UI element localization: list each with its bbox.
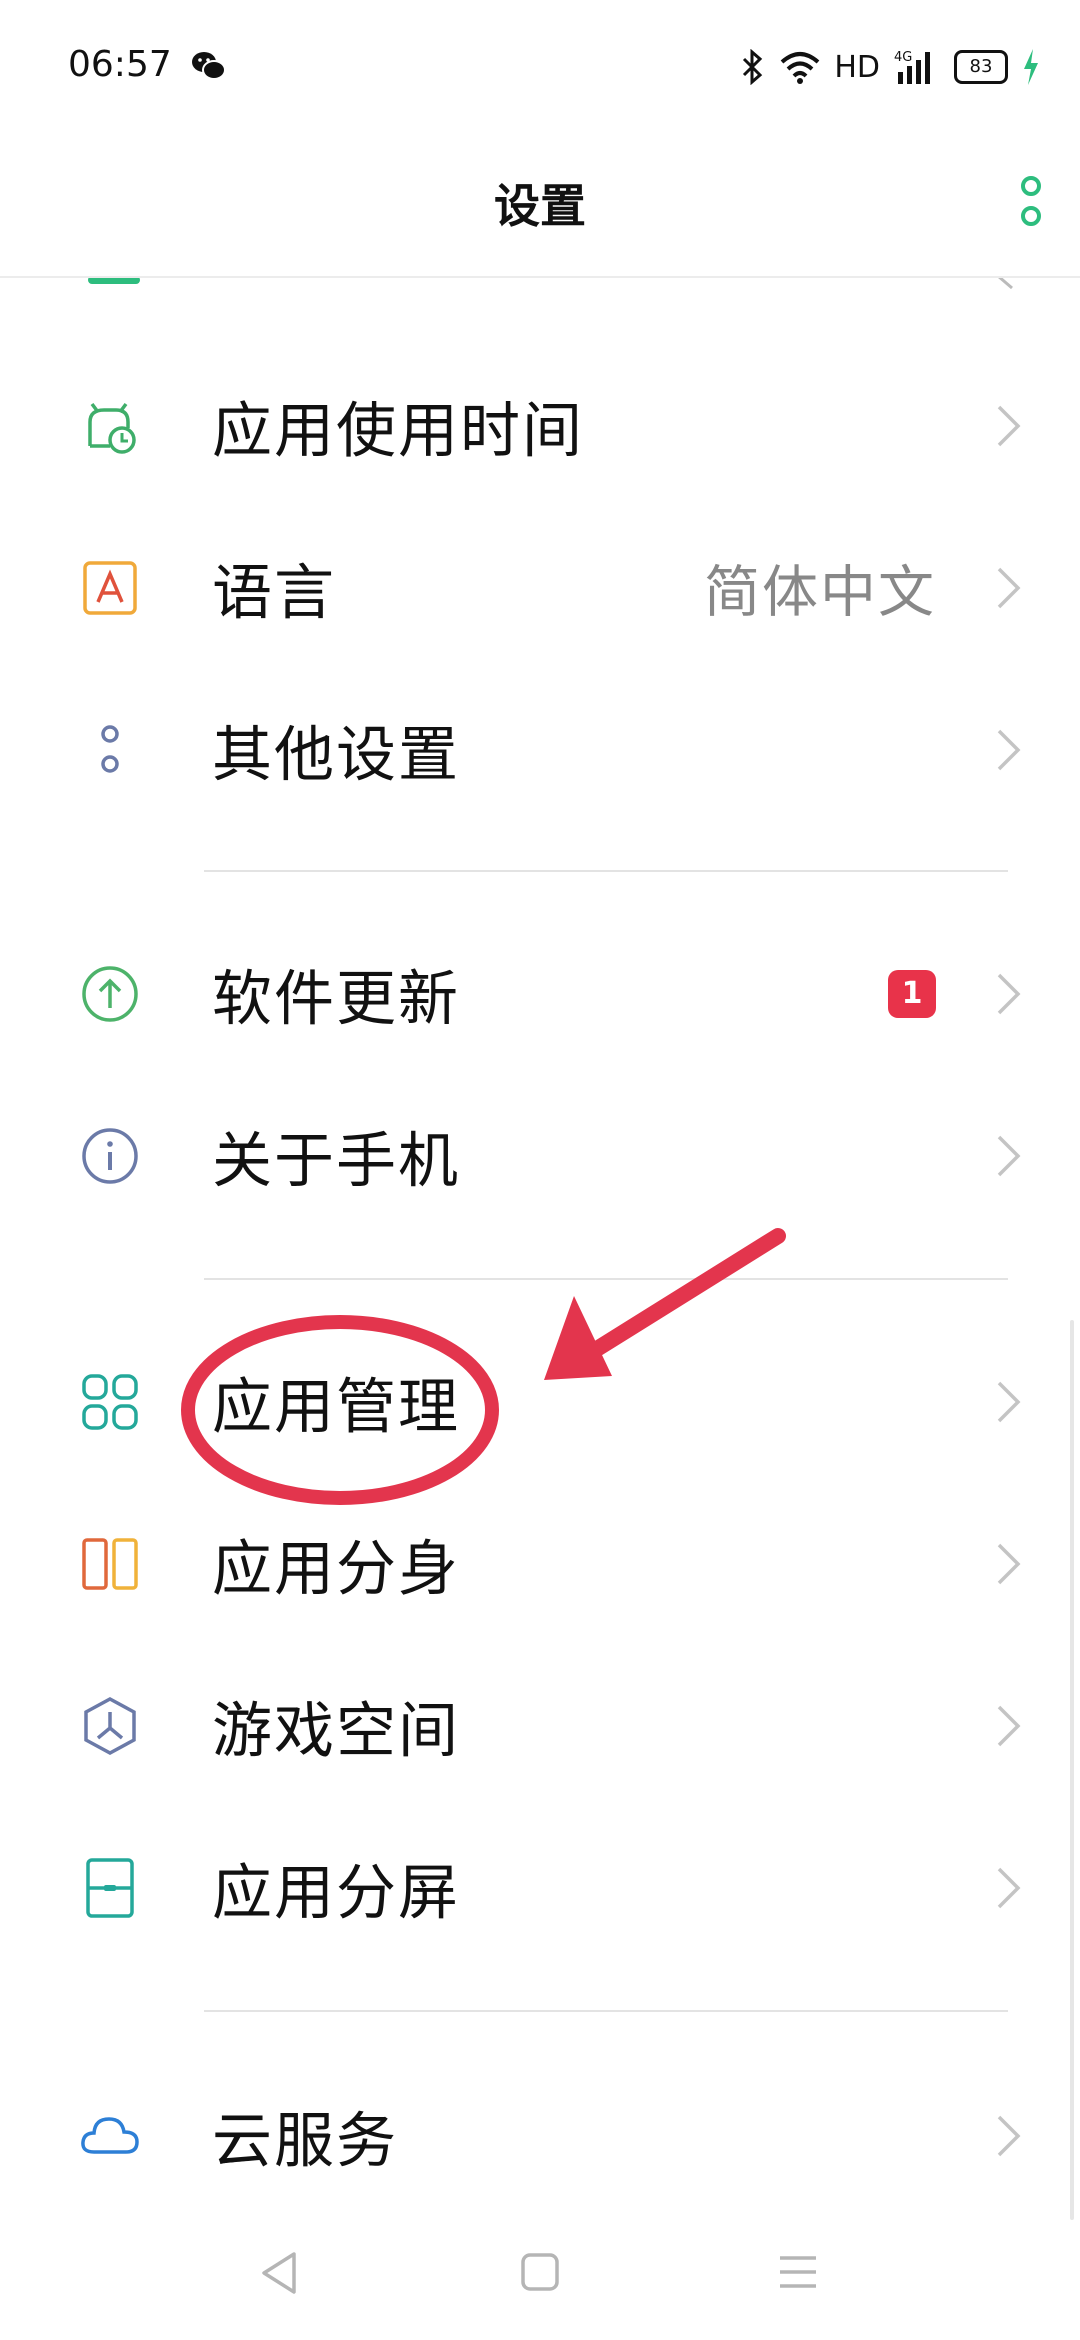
- navigation-bar: [0, 2200, 1080, 2340]
- wifi-icon: [781, 52, 820, 84]
- bluetooth-icon: [743, 49, 763, 85]
- app-usage-time-icon: [88, 402, 136, 454]
- settings-item-app-usage-time[interactable]: 应用使用时间: [0, 346, 1080, 506]
- cloud-service-icon: [81, 2117, 139, 2154]
- partial-row-chevron: [997, 276, 1013, 290]
- charging-icon: [1024, 49, 1038, 85]
- settings-item-app-management[interactable]: 应用管理: [0, 1322, 1080, 1482]
- settings-item-label: 应用管理: [212, 1372, 460, 1443]
- scrollbar[interactable]: [1070, 1320, 1074, 2220]
- settings-item-label: 应用分身: [212, 1534, 460, 1605]
- battery-indicator: 83: [954, 50, 1008, 84]
- split-screen-icon: [86, 1858, 134, 1918]
- settings-item-label: 应用使用时间: [212, 396, 584, 467]
- settings-item-label: 关于手机: [212, 1126, 460, 1197]
- settings-item-label: 软件更新: [212, 964, 460, 1035]
- chevron-right-icon: [997, 1381, 1021, 1423]
- settings-item-game-space[interactable]: 游戏空间: [0, 1646, 1080, 1806]
- app-clone-icon: [82, 1538, 138, 1590]
- settings-item-app-clone[interactable]: 应用分身: [0, 1484, 1080, 1644]
- settings-item-other-settings[interactable]: 其他设置: [0, 670, 1080, 830]
- wechat-icon: [192, 52, 226, 80]
- settings-item-label: 游戏空间: [212, 1696, 460, 1767]
- status-time: 06:57: [68, 44, 172, 85]
- chevron-right-icon: [997, 405, 1021, 447]
- home-icon[interactable]: [520, 2252, 560, 2292]
- settings-item-label: 云服务: [212, 2106, 398, 2177]
- network-label: HD: [834, 49, 880, 85]
- software-update-icon: [82, 966, 138, 1022]
- recent-apps-icon[interactable]: [778, 2254, 818, 2290]
- settings-item-software-update[interactable]: 软件更新 1: [0, 914, 1080, 1074]
- section-divider: [204, 1278, 1008, 1280]
- chevron-right-icon: [997, 973, 1021, 1015]
- update-count-badge: 1: [888, 970, 936, 1018]
- section-divider: [204, 2010, 1008, 2012]
- settings-item-about-phone[interactable]: 关于手机: [0, 1076, 1080, 1236]
- chevron-right-icon: [997, 729, 1021, 771]
- settings-item-split-screen[interactable]: 应用分屏: [0, 1808, 1080, 1968]
- chevron-right-icon: [997, 1867, 1021, 1909]
- game-space-icon: [84, 1697, 136, 1755]
- more-options-button[interactable]: [1018, 172, 1044, 234]
- chevron-right-icon: [997, 1705, 1021, 1747]
- chevron-right-icon: [997, 2115, 1021, 2157]
- svg-text:4G: 4G: [894, 50, 912, 65]
- signal-4g-icon: 4G: [894, 50, 930, 84]
- other-settings-icon: [101, 725, 119, 773]
- app-management-icon: [82, 1374, 138, 1430]
- page-title: 设置: [494, 179, 586, 233]
- title-bar: 设置: [0, 130, 1080, 278]
- settings-item-label: 其他设置: [212, 720, 460, 791]
- chevron-right-icon: [997, 567, 1021, 609]
- status-icons: HD 4G 83: [740, 46, 1040, 88]
- chevron-right-icon: [997, 1135, 1021, 1177]
- section-divider: [204, 870, 1008, 872]
- partial-hidden-row: [0, 276, 1080, 306]
- settings-item-label: 语言: [212, 558, 336, 629]
- back-icon[interactable]: [258, 2250, 300, 2296]
- partial-row-icon: [88, 276, 140, 284]
- status-bar: 06:57 HD 4G 83: [0, 0, 1080, 130]
- language-icon: [83, 561, 137, 615]
- settings-item-language[interactable]: 语言 简体中文: [0, 508, 1080, 668]
- language-value: 简体中文: [704, 560, 936, 626]
- chevron-right-icon: [997, 1543, 1021, 1585]
- settings-item-cloud-service[interactable]: 云服务: [0, 2056, 1080, 2216]
- about-phone-icon: [82, 1128, 138, 1184]
- settings-item-label: 应用分屏: [212, 1858, 460, 1929]
